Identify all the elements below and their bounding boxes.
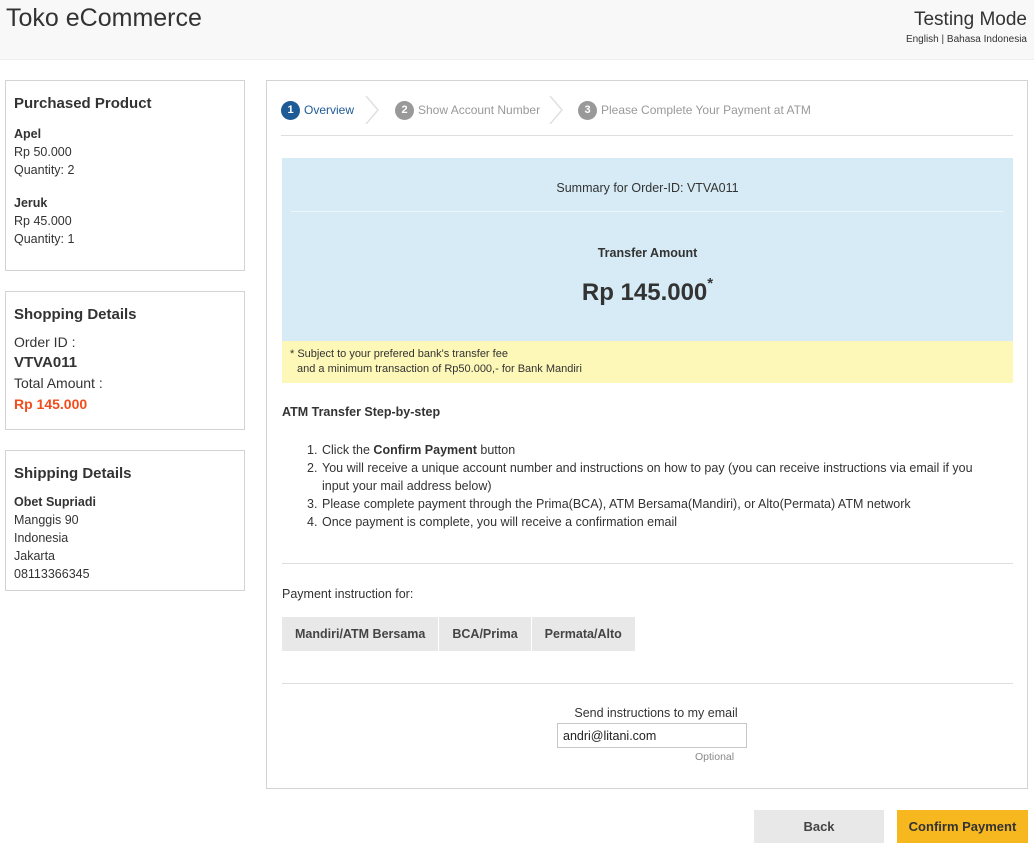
list-item: 1. Click the Confirm Payment button [307, 443, 516, 457]
atm-steps-list: 1. Click the Confirm Payment button 2. Y… [307, 441, 1007, 531]
confirm-payment-button[interactable]: Confirm Payment [897, 810, 1028, 843]
transfer-amount-value: Rp 145.000* [581, 275, 714, 306]
chevron-right-icon [365, 96, 379, 124]
lang-english-link[interactable]: English [906, 34, 939, 45]
product-name: Apel [14, 127, 42, 141]
shipping-phone: 08113366345 [14, 567, 90, 581]
purchased-product-title: Purchased Product [14, 95, 152, 112]
product-quantity: Quantity: 1 [14, 232, 75, 246]
lang-separator: | [941, 34, 945, 45]
email-instructions-label: Send instructions to my email [574, 706, 738, 720]
shipping-city: Jakarta [14, 549, 55, 563]
step-label: Overview [304, 103, 355, 117]
step-number: 2 [395, 100, 414, 120]
order-id-label: Order ID : [14, 334, 76, 350]
total-amount-label: Total Amount : [14, 375, 103, 391]
language-switcher: English | Bahasa Indonesia [906, 34, 1027, 45]
payment-instruction-label: Payment instruction for: [282, 587, 414, 601]
chevron-right-icon [549, 96, 563, 124]
shipping-details-title: Shipping Details [14, 465, 132, 482]
note-line-2: and a minimum transaction of Rp50.000,- … [297, 363, 582, 375]
step-number: 3 [578, 100, 597, 120]
shopping-details-panel: Shopping Details Order ID : VTVA011 Tota… [5, 291, 245, 430]
order-summary-box: Summary for Order-ID: VTVA011 Transfer A… [282, 158, 1013, 341]
note-line-1: * Subject to your prefered bank's transf… [290, 348, 508, 360]
payment-main-panel: 1 Overview 2 Show Account Number 3 Pleas… [266, 80, 1028, 789]
transfer-fee-note: * Subject to your prefered bank's transf… [282, 341, 1013, 383]
summary-title: Summary for Order-ID: VTVA011 [556, 181, 739, 195]
order-id-value: VTVA011 [14, 354, 78, 371]
product-price: Rp 45.000 [14, 214, 72, 228]
atm-steps-title: ATM Transfer Step-by-step [282, 405, 441, 419]
top-bar: Toko eCommerce Testing Mode English | Ba… [0, 0, 1034, 60]
transfer-amount-label: Transfer Amount [597, 246, 698, 260]
list-item: 3. Please complete payment through the P… [307, 497, 911, 511]
payment-instruction-tabs: Mandiri/ATM Bersama BCA/Prima Permata/Al… [282, 617, 636, 651]
divider [282, 563, 1013, 564]
total-amount-value: Rp 145.000 [14, 396, 88, 412]
product-quantity: Quantity: 2 [14, 163, 75, 177]
tab-mandiri-atm-bersama[interactable]: Mandiri/ATM Bersama [282, 617, 440, 651]
shipping-country: Indonesia [14, 531, 69, 545]
product-item: Apel Rp 50.000 Quantity: 2 [14, 125, 236, 179]
list-item: 4. Once payment is complete, you will re… [307, 515, 678, 529]
shipping-details-panel: Shipping Details Obet Supriadi Manggis 9… [5, 450, 245, 591]
product-name: Jeruk [14, 196, 48, 210]
purchased-product-panel: Purchased Product Apel Rp 50.000 Quantit… [5, 80, 245, 271]
tab-permata-alto[interactable]: Permata/Alto [531, 617, 636, 651]
product-item: Jeruk Rp 45.000 Quantity: 1 [14, 194, 236, 248]
step-label: Please Complete Your Payment at ATM [601, 103, 811, 117]
shipping-name: Obet Supriadi [14, 495, 96, 509]
optional-hint: Optional [695, 751, 735, 763]
step-indicator: 1 Overview 2 Show Account Number 3 Pleas… [281, 96, 1013, 136]
shipping-address: Manggis 90 [14, 513, 79, 527]
step-number: 1 [281, 100, 300, 120]
amount-asterisk: * [707, 275, 714, 292]
shopping-details-title: Shopping Details [14, 306, 137, 323]
brand-title: Toko eCommerce [6, 4, 202, 32]
step-show-account-number[interactable]: 2 Show Account Number [395, 99, 540, 121]
back-button[interactable]: Back [754, 810, 884, 843]
email-field[interactable] [557, 723, 747, 748]
tab-bca-prima[interactable]: BCA/Prima [439, 617, 532, 651]
testing-mode-label: Testing Mode [913, 9, 1027, 30]
lang-indonesia-link[interactable]: Bahasa Indonesia [947, 34, 1027, 45]
summary-divider [291, 211, 1004, 212]
list-item: 2. You will receive a unique account num… [307, 461, 973, 493]
divider [282, 683, 1013, 684]
step-overview[interactable]: 1 Overview [281, 99, 354, 121]
step-complete-payment[interactable]: 3 Please Complete Your Payment at ATM [578, 99, 811, 121]
step-label: Show Account Number [418, 103, 541, 117]
product-price: Rp 50.000 [14, 145, 72, 159]
